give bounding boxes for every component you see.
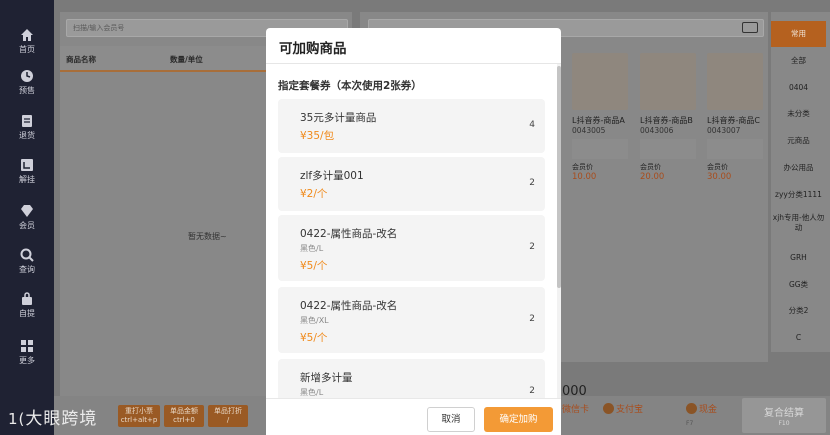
- item-spec: 黑色/L: [300, 388, 324, 397]
- nav-label: 更多: [19, 356, 35, 365]
- modal-title: 可加购商品: [279, 41, 347, 57]
- item-price: ¥35/包: [300, 130, 335, 142]
- category-item[interactable]: 全部: [771, 48, 826, 74]
- item-qty: 2: [529, 386, 535, 396]
- product-code: 0043007: [707, 126, 741, 135]
- product-code: 0043005: [572, 126, 606, 135]
- document-icon: [22, 115, 32, 127]
- nav-label: 退货: [19, 131, 35, 140]
- item-spec: 黑色/L: [300, 244, 324, 253]
- product-card[interactable]: L抖音券-商品A 0043005 会员价 10.00: [572, 53, 630, 201]
- item-price: ¥5/个: [300, 260, 328, 272]
- product-price: 30.00: [707, 172, 732, 182]
- list-item[interactable]: 35元多计量商品 ¥35/包 4: [278, 99, 545, 153]
- list-item[interactable]: zlf多计量001 ¥2/个 2: [278, 157, 545, 211]
- nav-item-query[interactable]: 查询: [0, 242, 54, 286]
- product-card[interactable]: L抖音券-商品B 0043006 会员价 20.00: [640, 53, 698, 201]
- nav-label: 自提: [19, 309, 35, 318]
- nav-label: 解挂: [19, 175, 35, 184]
- nav-item-more[interactable]: 更多: [0, 333, 54, 377]
- product-card[interactable]: L抖音券-商品C 0043007 会员价 30.00: [707, 53, 765, 201]
- unhold-icon: [21, 159, 33, 171]
- category-item[interactable]: 办公用品: [771, 155, 826, 181]
- price-label: 会员价: [707, 163, 728, 171]
- category-item[interactable]: 未分类: [771, 101, 826, 127]
- list-item[interactable]: 0422-属性商品-改名 黑色/L ¥5/个 2: [278, 215, 545, 281]
- home-icon: [21, 29, 33, 41]
- item-qty: 2: [529, 178, 535, 188]
- item-name: zlf多计量001: [300, 170, 364, 182]
- pay-option-cash[interactable]: 现金: [699, 402, 717, 415]
- list-item[interactable]: 0422-属性商品-改名 黑色/XL ¥5/个 2: [278, 287, 545, 353]
- item-qty: 4: [529, 120, 535, 130]
- nav-item-presale[interactable]: 预售: [0, 63, 54, 107]
- category-item[interactable]: 元商品: [771, 128, 826, 154]
- cancel-button[interactable]: 取消: [427, 407, 475, 432]
- nav-item-member[interactable]: 会员: [0, 198, 54, 242]
- product-code: 0043006: [640, 126, 674, 135]
- nav-item-unhold[interactable]: 解挂: [0, 152, 54, 196]
- empty-state: 暂无数据~: [188, 232, 227, 241]
- grid-icon: [21, 340, 33, 352]
- item-spec: 黑色/XL: [300, 316, 329, 325]
- total-amount: 000: [562, 384, 587, 399]
- product-image: [707, 53, 763, 110]
- clock-icon: [21, 70, 33, 82]
- watermark-logo: 1(大眼跨境: [8, 409, 98, 429]
- diamond-icon: [21, 205, 33, 217]
- confirm-add-button[interactable]: 确定加购: [484, 407, 553, 432]
- price-label: 会员价: [640, 163, 661, 171]
- category-item[interactable]: 0404: [771, 75, 826, 101]
- product-price: 10.00: [572, 172, 597, 182]
- nav-label: 首页: [19, 45, 35, 54]
- nav-item-home[interactable]: 首页: [0, 22, 54, 66]
- category-item[interactable]: 常用: [771, 21, 826, 47]
- nav-label: 查询: [19, 265, 35, 274]
- item-name: 0422-属性商品-改名: [300, 300, 398, 312]
- col-qty-unit: 数量/单位: [170, 55, 203, 64]
- scrollbar-thumb[interactable]: [557, 66, 561, 288]
- col-product-name: 商品名称: [66, 55, 96, 64]
- category-item[interactable]: GRH: [771, 245, 826, 271]
- cash-icon: [686, 403, 697, 414]
- category-item[interactable]: C: [771, 325, 826, 351]
- nav-label: 预售: [19, 86, 35, 95]
- hotkey-reprint[interactable]: 重打小票 ctrl+alt+p: [118, 405, 160, 427]
- product-name: L抖音券-商品C: [707, 116, 760, 125]
- item-name: 35元多计量商品: [300, 112, 377, 124]
- search-icon: [20, 248, 34, 262]
- nav-label: 会员: [19, 221, 35, 230]
- price-label: 会员价: [572, 163, 593, 171]
- bag-icon: [22, 292, 32, 305]
- category-item[interactable]: GG类: [771, 272, 826, 298]
- left-navigation: 首页 预售 退货 解挂 会员 查询 自提 更多: [0, 0, 54, 435]
- keyboard-icon[interactable]: [742, 22, 758, 33]
- product-name: L抖音券-商品A: [572, 116, 625, 125]
- category-item[interactable]: zyy分类1111: [771, 182, 826, 208]
- hotkey-item-discount[interactable]: 单品打折 /: [208, 405, 248, 427]
- item-price: ¥2/个: [300, 188, 328, 200]
- hotkey-item-amount[interactable]: 单品金额 ctrl+0: [164, 405, 204, 427]
- modal-footer: 取消 确定加购: [266, 398, 561, 435]
- nav-item-pickup[interactable]: 自提: [0, 286, 54, 330]
- product-image: [640, 53, 696, 110]
- pay-option-wechat-card[interactable]: 微信卡: [562, 402, 589, 415]
- composite-settle-button[interactable]: 复合结算 F10: [742, 398, 826, 433]
- product-image: [572, 53, 628, 110]
- item-name: 0422-属性商品-改名: [300, 228, 398, 240]
- section-title: 指定套餐券（本次使用2张券）: [278, 80, 422, 92]
- item-qty: 2: [529, 314, 535, 324]
- product-name: L抖音券-商品B: [640, 116, 693, 125]
- product-price: 20.00: [640, 172, 665, 182]
- item-name: 新增多计量: [300, 372, 353, 384]
- item-qty: 2: [529, 242, 535, 252]
- category-item[interactable]: xjh专用-他人勿动: [771, 210, 826, 242]
- nav-item-return[interactable]: 退货: [0, 108, 54, 152]
- pay-option-alipay[interactable]: 支付宝: [616, 402, 643, 415]
- category-item[interactable]: 分类2: [771, 298, 826, 324]
- alipay-icon: [603, 403, 614, 414]
- add-on-products-modal: 可加购商品 指定套餐券（本次使用2张券） 35元多计量商品 ¥35/包 4 zl…: [266, 28, 561, 435]
- item-price: ¥5/个: [300, 332, 328, 344]
- cash-hotkey: F7: [686, 420, 694, 427]
